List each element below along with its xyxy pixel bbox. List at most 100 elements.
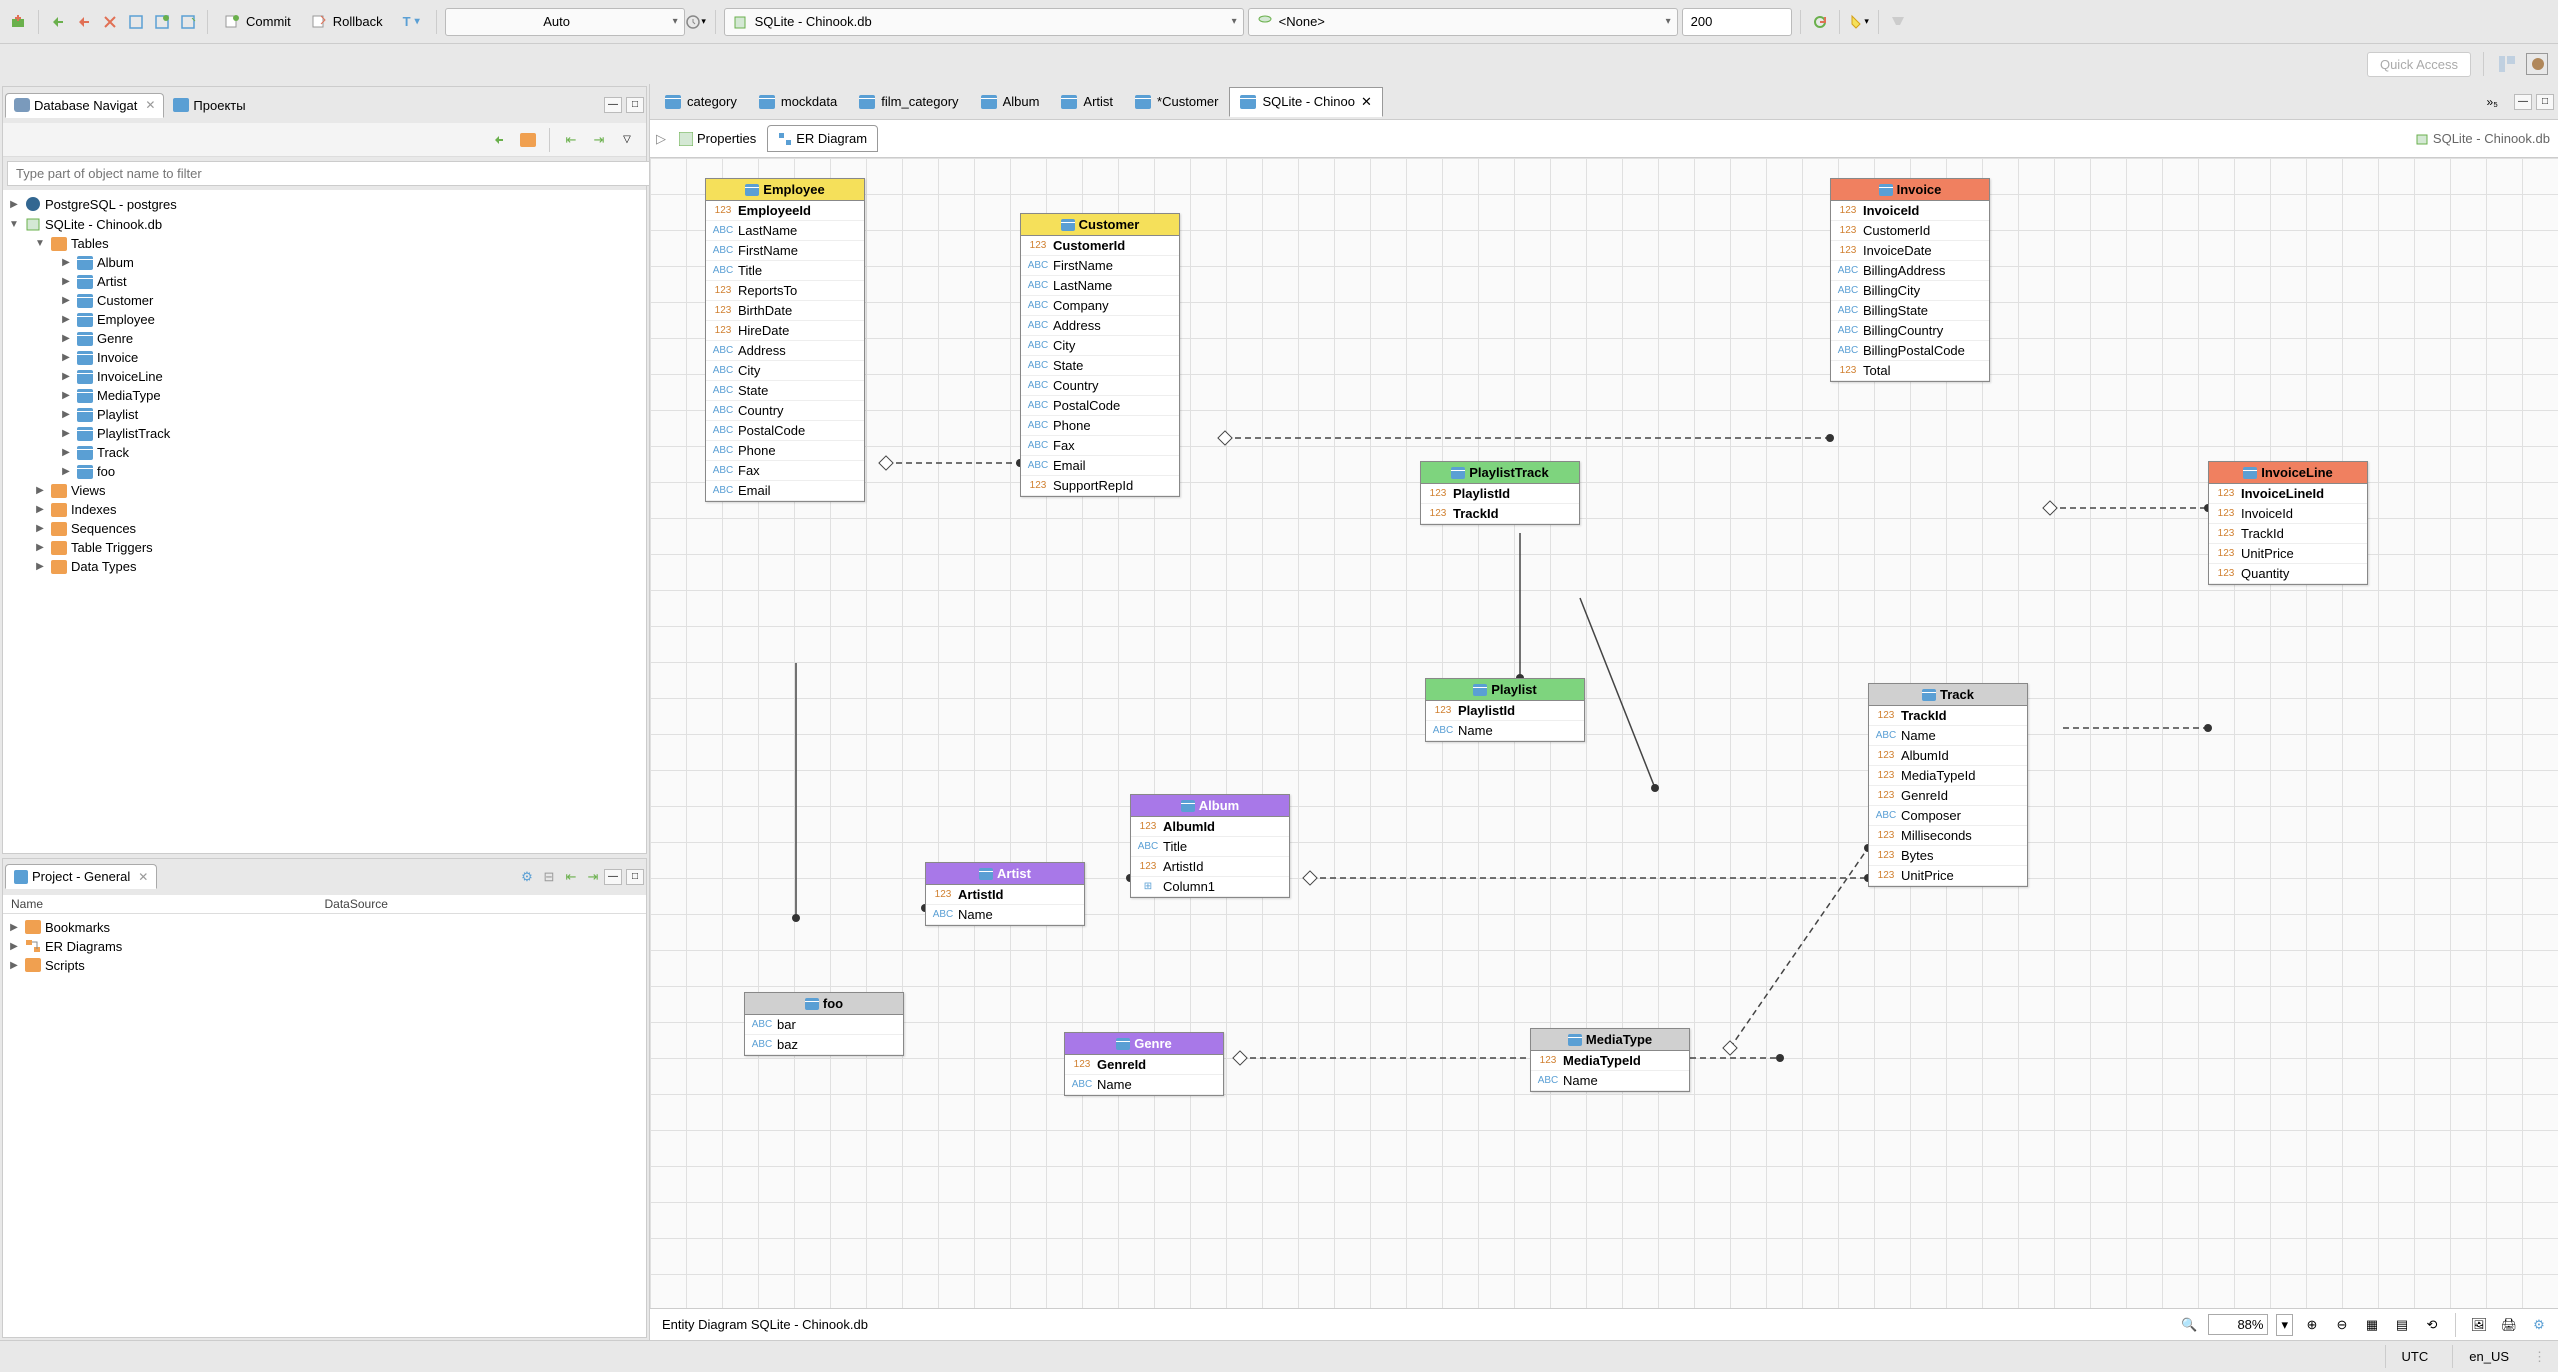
er-column[interactable]: ABCLastName [706,221,864,241]
er-column[interactable]: ABCPostalCode [706,421,864,441]
er-column[interactable]: ⊞Column1 [1131,877,1289,897]
table-foo[interactable]: ▶foo [3,462,646,481]
fit-icon[interactable]: ▦ [2361,1314,2383,1336]
expand-arrow-icon[interactable]: ▶ [59,257,73,268]
expand-arrow-icon[interactable]: ▶ [59,276,73,287]
er-column[interactable]: ABCPhone [706,441,864,461]
overflow-indicator[interactable]: »₅ [2486,95,2498,109]
quick-access-input[interactable]: Quick Access [2367,52,2471,77]
er-column[interactable]: 123UnitPrice [1869,866,2027,886]
er-column[interactable]: ABCbaz [745,1035,903,1055]
expand-arrow-icon[interactable]: ▶ [59,371,73,382]
er-column[interactable]: 123ReportsTo [706,281,864,301]
zoom-in-icon[interactable]: ⊕ [2301,1314,2323,1336]
expand-arrow-icon[interactable]: ▶ [59,390,73,401]
er-table-header[interactable]: Track [1869,684,2027,706]
connect-icon[interactable] [47,11,69,33]
er-column-pk[interactable]: 123InvoiceLineId [2209,484,2367,504]
close-icon[interactable]: ✕ [138,870,148,884]
settings-icon[interactable]: ⚙ [2528,1314,2550,1336]
table-invoiceline[interactable]: ▶InvoiceLine [3,367,646,386]
expand-arrow-icon[interactable]: ▶ [59,314,73,325]
folder-indexes[interactable]: ▶Indexes [3,500,646,519]
er-column[interactable]: ABCName [1426,721,1584,741]
expand-arrow-icon[interactable]: ▶ [33,485,47,496]
abort-icon[interactable] [1887,11,1909,33]
menu-icon[interactable]: ▽ [616,129,638,151]
locale-cell[interactable]: en_US [2452,1345,2525,1368]
project-item-scripts[interactable]: ▶Scripts [3,956,646,975]
er-table-header[interactable]: Employee [706,179,864,201]
col-name[interactable]: Name [11,897,325,911]
folder-views[interactable]: ▶Views [3,481,646,500]
er-column[interactable]: 123MediaTypeId [1869,766,2027,786]
expand-arrow-icon[interactable]: ▶ [33,542,47,553]
maximize-button[interactable]: □ [626,869,644,885]
er-column[interactable]: ABCCity [706,361,864,381]
expand-arrow-icon[interactable]: ▶ [59,352,73,363]
minimize-button[interactable]: ― [604,97,622,113]
er-table-foo[interactable]: fooABCbarABCbaz [744,992,904,1056]
er-table-header[interactable]: Album [1131,795,1289,817]
table-genre[interactable]: ▶Genre [3,329,646,348]
expand-arrow-icon[interactable]: ▶ [59,447,73,458]
zoom-input[interactable] [2208,1314,2268,1335]
er-column[interactable]: ABCName [1531,1071,1689,1091]
commit-button[interactable]: Commit [216,11,299,33]
er-column[interactable]: ABCBillingCountry [1831,321,1989,341]
disconnect-all-icon[interactable] [99,11,121,33]
er-column[interactable]: ABCFax [706,461,864,481]
er-column[interactable]: ABCName [1065,1075,1223,1095]
expand-arrow-icon[interactable]: ▶ [33,561,47,572]
table-invoice[interactable]: ▶Invoice [3,348,646,367]
er-column[interactable]: 123Milliseconds [1869,826,2027,846]
er-column-pk[interactable]: 123AlbumId [1131,817,1289,837]
editor-tab-sqlitechinoo[interactable]: SQLite - Chinoo✕ [1229,87,1382,117]
er-column[interactable]: 123CustomerId [1831,221,1989,241]
er-column[interactable]: 123TrackId [2209,524,2367,544]
er-column-pk[interactable]: 123ArtistId [926,885,1084,905]
collapse-arrow-icon[interactable]: ▼ [7,219,21,230]
collapse-icon[interactable]: ⊟ [538,866,560,888]
er-column[interactable]: ABCBillingCity [1831,281,1989,301]
expand-arrow-icon[interactable]: ▶ [33,523,47,534]
maximize-button[interactable]: □ [2536,94,2554,110]
er-table-header[interactable]: Invoice [1831,179,1989,201]
er-table-mediatype[interactable]: MediaType123MediaTypeIdABCName [1530,1028,1690,1092]
datasource-dropdown[interactable]: SQLite - Chinook.db [724,8,1244,36]
editor-tab-artist[interactable]: Artist [1050,87,1124,116]
editor-tab-filmcategory[interactable]: film_category [848,87,969,116]
new-folder-icon[interactable] [517,129,539,151]
er-column[interactable]: 123SupportRepId [1021,476,1179,496]
table-employee[interactable]: ▶Employee [3,310,646,329]
er-column[interactable]: ABCBillingPostalCode [1831,341,1989,361]
tx-icon[interactable]: T▾ [395,12,428,31]
er-column[interactable]: ABCComposer [1869,806,2027,826]
er-column-pk[interactable]: 123EmployeeId [706,201,864,221]
er-column[interactable]: ABCEmail [1021,456,1179,476]
er-diagram-canvas[interactable]: Employee123EmployeeIdABCLastNameABCFirst… [650,158,2558,1340]
er-column[interactable]: 123UnitPrice [2209,544,2367,564]
refresh-icon[interactable] [1809,11,1831,33]
er-table-track[interactable]: Track123TrackIdABCName123AlbumId123Media… [1868,683,2028,887]
er-column[interactable]: ABCTitle [1131,837,1289,857]
export-icon[interactable]: 🖼 [2468,1314,2490,1336]
er-column-pk[interactable]: 123PlaylistId [1421,484,1579,504]
tables-folder[interactable]: ▼ Tables [3,234,646,253]
schema-dropdown[interactable]: <None> [1248,8,1678,36]
er-column-pk[interactable]: 123CustomerId [1021,236,1179,256]
er-column[interactable]: ABCFirstName [706,241,864,261]
er-column[interactable]: 123HireDate [706,321,864,341]
table-track[interactable]: ▶Track [3,443,646,462]
er-column[interactable]: ABCTitle [706,261,864,281]
history-icon[interactable]: ▾ [685,11,707,33]
er-table-customer[interactable]: Customer123CustomerIdABCFirstNameABCLast… [1020,213,1180,497]
er-column-pk[interactable]: 123PlaylistId [1426,701,1584,721]
table-mediatype[interactable]: ▶MediaType [3,386,646,405]
er-column-pk[interactable]: 123TrackId [1421,504,1579,524]
expand-arrow-icon[interactable]: ▶ [59,333,73,344]
search-icon[interactable]: 🔍 [2178,1314,2200,1336]
tab-properties[interactable]: Properties [668,125,767,152]
er-column[interactable]: 123InvoiceDate [1831,241,1989,261]
er-column[interactable]: ABCState [1021,356,1179,376]
